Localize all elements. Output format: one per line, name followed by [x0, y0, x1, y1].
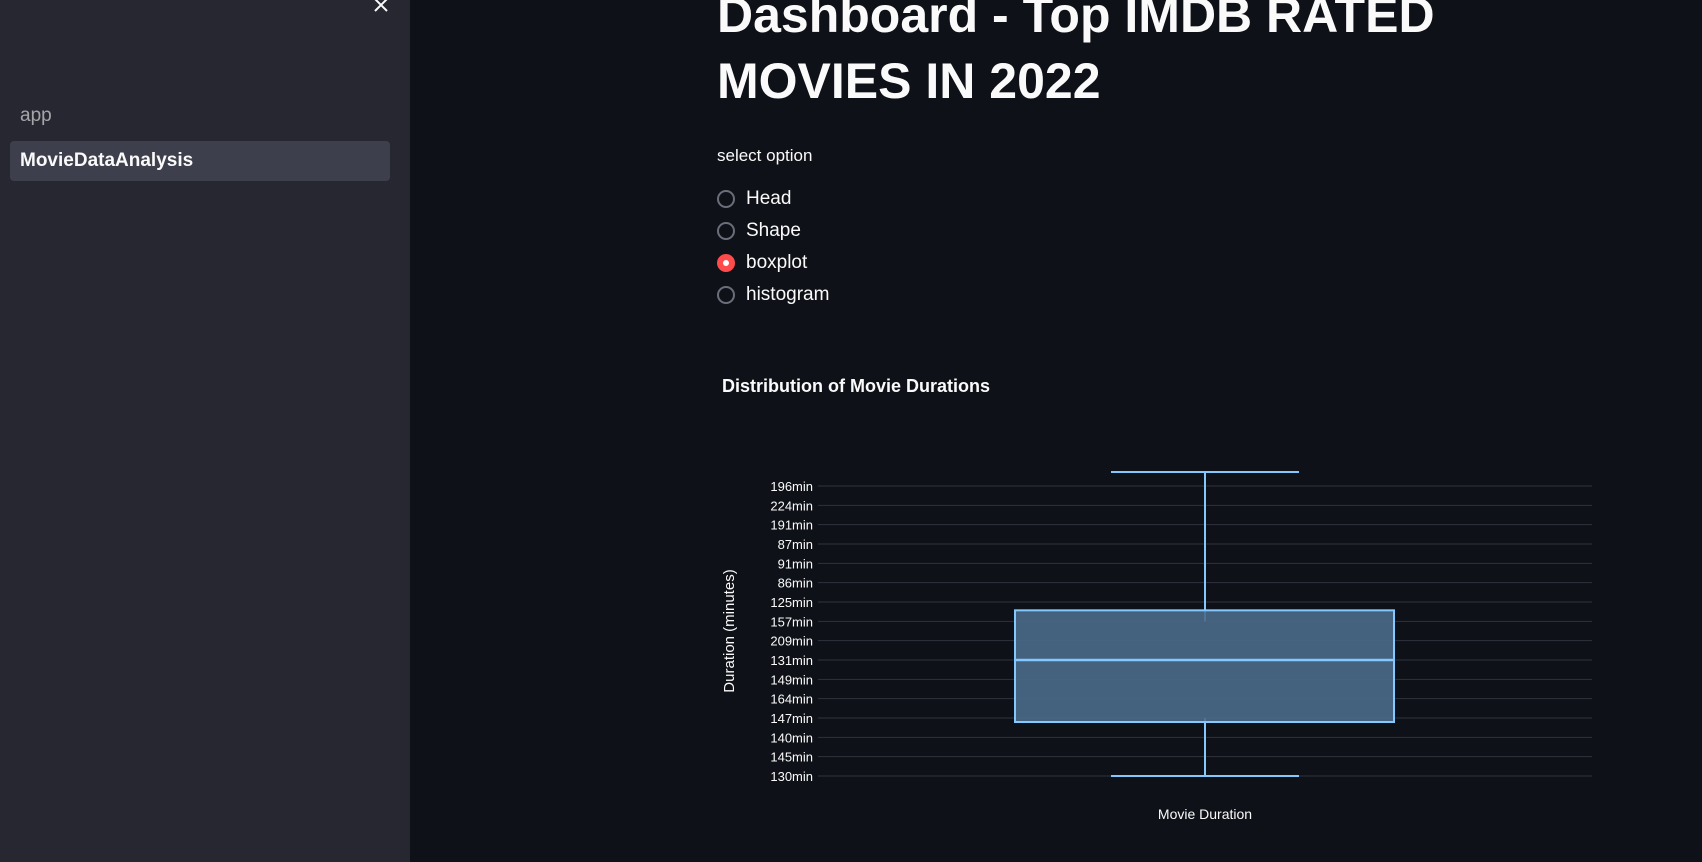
- y-tick-label: 87min: [778, 537, 813, 552]
- y-tick-label: 209min: [770, 634, 813, 649]
- y-tick-label: 86min: [778, 576, 813, 591]
- y-tick-label: 91min: [778, 556, 813, 571]
- y-tick-label: 196min: [770, 479, 813, 494]
- y-tick-label: 157min: [770, 614, 813, 629]
- y-tick-label: 149min: [770, 672, 813, 687]
- y-tick-label: 140min: [770, 730, 813, 745]
- sidebar-item-moviedataanalysis[interactable]: MovieDataAnalysis: [10, 141, 390, 181]
- y-tick-label: 191min: [770, 518, 813, 533]
- chart-title: Distribution of Movie Durations: [722, 376, 990, 396]
- y-tick-label: 125min: [770, 595, 813, 610]
- y-tick-label: 147min: [770, 711, 813, 726]
- x-axis-label: Movie Duration: [1158, 806, 1252, 822]
- box-iqr: [1014, 609, 1395, 723]
- close-sidebar-icon[interactable]: [370, 0, 392, 16]
- y-tick-label: 130min: [770, 769, 813, 784]
- sidebar-item-app[interactable]: app: [10, 96, 390, 136]
- y-tick-label: 131min: [770, 653, 813, 668]
- y-tick-label: 164min: [770, 692, 813, 707]
- boxplot-chart: Distribution of Movie Durations 196min 224…: [721, 376, 1592, 822]
- y-tick-label: 145min: [770, 750, 813, 765]
- sidebar: app MovieDataAnalysis: [0, 0, 410, 862]
- y-axis-label: Duration (minutes): [721, 569, 738, 692]
- y-tick-label: 224min: [770, 498, 813, 513]
- main-content: Dashboard - Top IMDB RATED MOVIES IN 202…: [410, 0, 1702, 862]
